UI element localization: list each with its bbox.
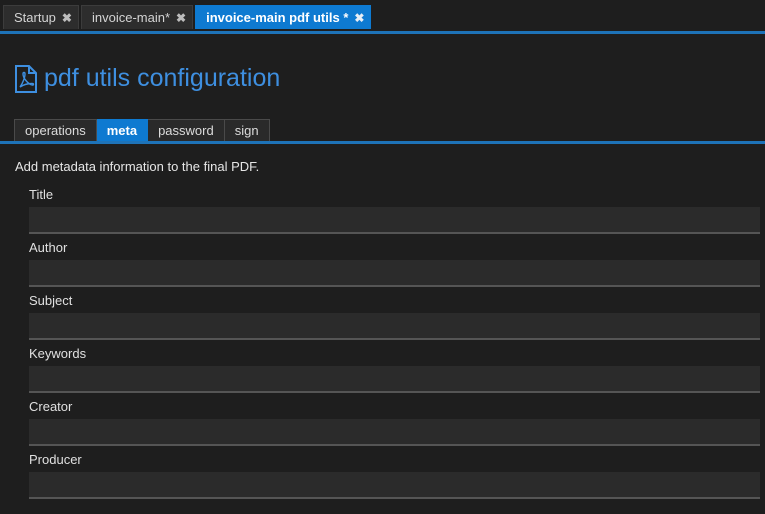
tab-label: Startup [14, 10, 56, 25]
close-icon[interactable]: ✖ [62, 11, 72, 25]
creator-field-group: Creator [29, 398, 760, 451]
subject-input[interactable] [29, 313, 760, 340]
tab-label: invoice-main* [91, 10, 171, 25]
subject-label: Subject [29, 293, 73, 308]
tab-invoice-main[interactable]: invoice-main* ✖ [80, 5, 194, 29]
subject-field-group: Subject [29, 292, 760, 345]
author-label: Author [29, 240, 68, 255]
tab-sign[interactable]: sign [224, 119, 270, 141]
creator-label: Creator [29, 399, 73, 414]
author-field-group: Author [29, 239, 760, 292]
page-title: pdf utils configuration [14, 64, 280, 93]
creator-input[interactable] [29, 419, 760, 446]
title-input[interactable] [29, 207, 760, 234]
producer-label: Producer [29, 452, 82, 467]
producer-field-group: Producer [29, 451, 760, 504]
pdf-file-icon [15, 64, 37, 93]
keywords-label: Keywords [29, 346, 87, 361]
author-input[interactable] [29, 260, 760, 287]
producer-input[interactable] [29, 472, 760, 499]
keywords-field-group: Keywords [29, 345, 760, 398]
close-icon[interactable]: ✖ [354, 11, 364, 25]
page-title-text: pdf utils configuration [44, 64, 281, 92]
tab-startup[interactable]: Startup ✖ [3, 5, 79, 29]
keywords-input[interactable] [29, 366, 760, 393]
tab-operations[interactable]: operations [14, 119, 97, 141]
close-icon[interactable]: ✖ [176, 11, 186, 25]
section-description: Add metadata information to the final PD… [15, 159, 260, 174]
tab-meta[interactable]: meta [96, 119, 149, 141]
metadata-form: Title Author Subject Keywords Creator Pr… [29, 186, 760, 504]
editor-tab-bar: Startup ✖ invoice-main* ✖ invoice-main p… [0, 0, 765, 34]
tab-invoice-main-pdf-utils[interactable]: invoice-main pdf utils * ✖ [195, 5, 372, 29]
tab-label: invoice-main pdf utils * [206, 10, 349, 25]
tab-password[interactable]: password [148, 119, 225, 141]
tab-underline-divider [0, 141, 765, 144]
title-field-group: Title [29, 186, 760, 239]
config-tab-bar: operations meta password sign [14, 119, 270, 141]
title-label: Title [29, 187, 54, 202]
